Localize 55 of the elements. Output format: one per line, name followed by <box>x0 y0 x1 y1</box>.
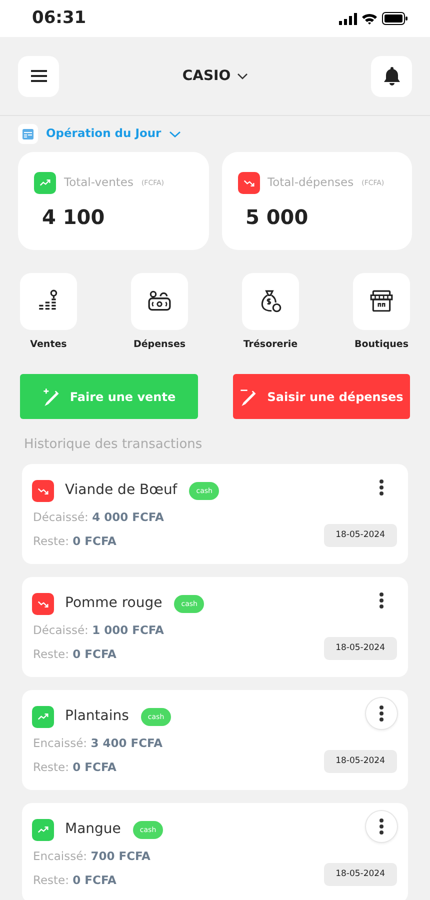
transaction-name: Viande de Bœuf <box>65 481 178 500</box>
date-label: 18-05-2024 <box>324 524 397 546</box>
trend-up-icon <box>32 706 54 728</box>
shortcut-button[interactable] <box>131 273 188 330</box>
notification-button[interactable] <box>371 56 412 96</box>
battery-icon <box>382 12 408 25</box>
transaction-name: Plantains <box>65 707 129 726</box>
shortcut-label: Ventes <box>30 338 67 352</box>
remaining-text: Reste: 0 FCFA <box>32 759 116 776</box>
chevron-down-icon <box>236 72 248 80</box>
date-label: 18-05-2024 <box>324 862 397 886</box>
shortcut-button[interactable] <box>242 273 299 330</box>
signal-icon <box>339 12 357 24</box>
shortcut-label: Boutiques <box>354 338 408 352</box>
trend-down-icon <box>238 172 260 194</box>
total-value: 5 000 <box>246 204 310 231</box>
more-options-button[interactable] <box>366 810 397 842</box>
trend-down-icon <box>32 480 54 502</box>
trend-up-icon <box>32 818 54 841</box>
more-options-button[interactable] <box>366 698 397 729</box>
menu-button[interactable] <box>18 56 59 96</box>
remaining-text: Reste: 0 FCFA <box>32 872 116 889</box>
more-vertical-icon <box>379 818 384 835</box>
trend-up-icon <box>34 172 56 194</box>
menu-icon <box>30 69 46 83</box>
amount-text: Encaissé: 700 FCFA <box>32 848 150 865</box>
shortcut-button[interactable] <box>353 273 410 330</box>
amount-text: Décaissé: 1 000 FCFA <box>32 622 164 639</box>
date-label: 18-05-2024 <box>324 750 397 772</box>
shop-icon <box>369 289 394 314</box>
shortcut-button[interactable] <box>20 273 77 330</box>
transaction-name: Pomme rouge <box>65 594 162 614</box>
calendar-icon <box>22 128 34 140</box>
total-label: Total-ventes <box>64 174 134 192</box>
wifi-icon <box>361 12 378 24</box>
amount-text: Encaissé: 3 400 FCFA <box>32 734 162 752</box>
more-vertical-icon <box>379 704 384 722</box>
new-expense-button[interactable]: Saisir une dépenses <box>232 374 410 420</box>
more-vertical-icon <box>379 592 384 609</box>
total-label: Total-dépenses <box>268 174 354 192</box>
total-value: 4 100 <box>42 204 106 231</box>
remaining-text: Reste: 0 FCFA <box>32 646 116 663</box>
trend-down-icon <box>32 592 54 615</box>
status-time: 06:31 <box>32 6 86 30</box>
transaction-name: Mangue <box>65 820 121 840</box>
date-label: 18-05-2024 <box>324 636 397 660</box>
amount-text: Décaissé: 4 000 FCFA <box>32 508 164 526</box>
more-vertical-icon <box>379 478 384 496</box>
chevron-down-icon <box>169 130 182 138</box>
remaining-text: Reste: 0 FCFA <box>32 533 116 550</box>
shortcut-label: Dépenses <box>133 338 186 352</box>
section-heading: Historique des transactions <box>23 436 204 454</box>
shortcut-label: Trésorerie <box>243 338 298 352</box>
shop-selector[interactable]: CASIO <box>176 64 254 88</box>
bell-icon <box>382 66 400 86</box>
